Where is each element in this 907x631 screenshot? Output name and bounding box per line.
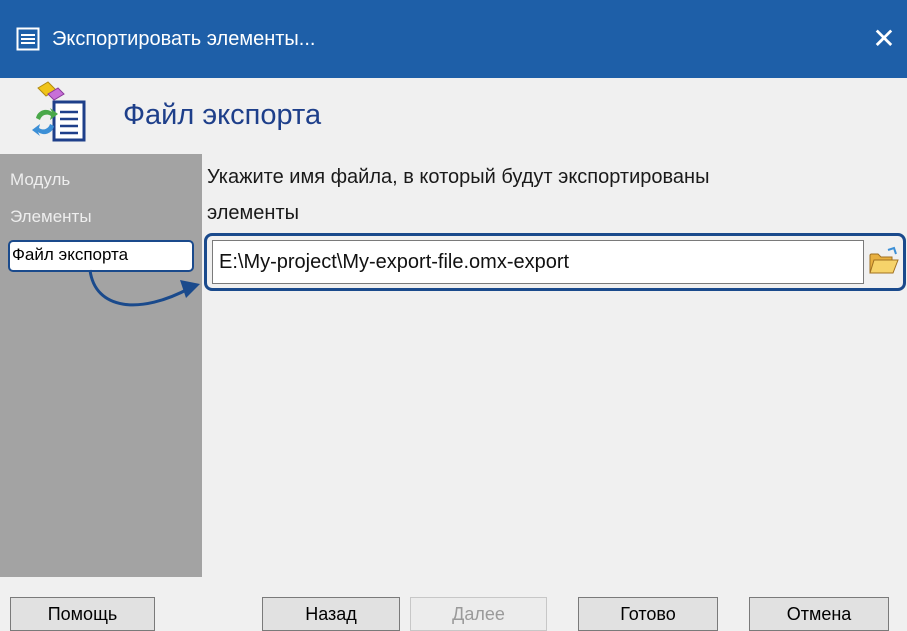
- finish-button[interactable]: Готово: [578, 597, 718, 631]
- instruction-text: Укажите имя файла, в который будут экспо…: [207, 159, 907, 231]
- next-button[interactable]: Далее: [410, 597, 547, 631]
- close-icon: ✕: [872, 23, 896, 54]
- back-button[interactable]: Назад: [262, 597, 400, 631]
- page-title: Файл экспорта: [123, 99, 322, 131]
- folder-open-icon[interactable]: [868, 246, 900, 278]
- file-path-group: [204, 233, 907, 291]
- sidebar-item-export-file[interactable]: Файл экспорта: [8, 240, 194, 272]
- instruction-line-1: Укажите имя файла, в который будут экспо…: [207, 166, 710, 188]
- help-button[interactable]: Помощь: [10, 597, 155, 631]
- instruction-line-2: элементы: [207, 202, 300, 224]
- sidebar-item-elements[interactable]: Элементы: [10, 206, 92, 228]
- sidebar-item-module[interactable]: Модуль: [10, 169, 70, 191]
- window-title: Экспортировать элементы...: [52, 28, 316, 50]
- cancel-button[interactable]: Отмена: [749, 597, 889, 631]
- file-path-input[interactable]: [212, 240, 864, 284]
- close-button[interactable]: ✕: [861, 16, 907, 62]
- window-icon: [16, 27, 40, 51]
- title-bar: Экспортировать элементы... ✕: [0, 0, 907, 78]
- export-file-icon: [32, 81, 86, 142]
